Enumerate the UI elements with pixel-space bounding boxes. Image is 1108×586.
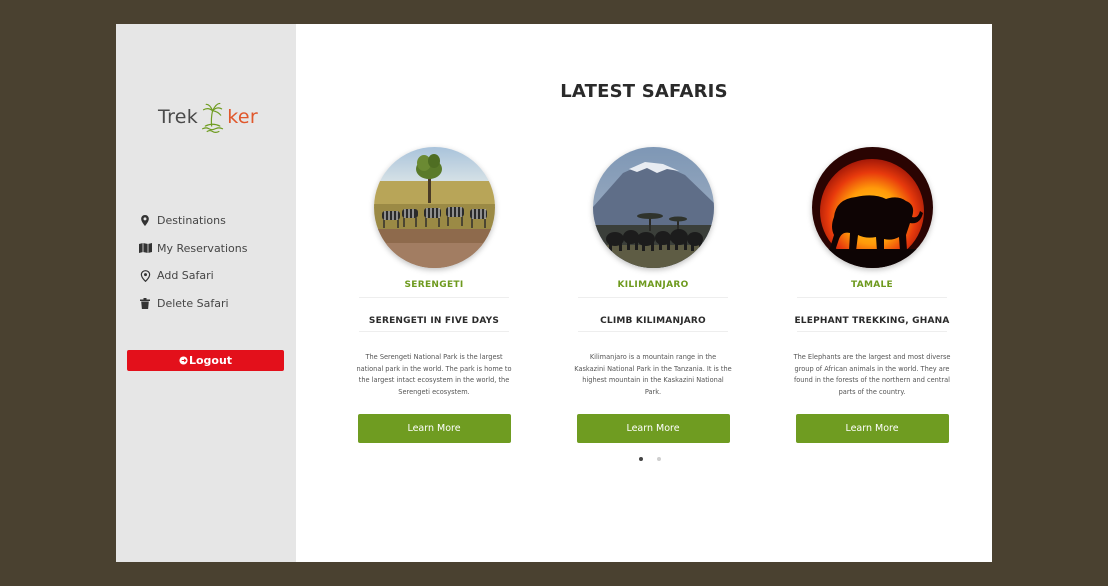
safari-card: SERENGETI SERENGETI IN FIVE DAYS The Ser… <box>353 147 515 443</box>
card-description: The Elephants are the largest and most d… <box>793 353 951 396</box>
sidebar-item-label: Destinations <box>157 214 226 228</box>
app-window: Trek ker Destinations My Reservations Ad… <box>116 24 992 562</box>
learn-more-button[interactable]: Learn More <box>357 414 511 443</box>
divider <box>359 297 509 298</box>
sidebar-nav: Destinations My Reservations Add Safari … <box>138 207 288 317</box>
page-title: LATEST SAFARIS <box>560 81 728 102</box>
safari-card: KILIMANJARO CLIMB KILIMANJARO Kilimanjar… <box>572 147 734 443</box>
logo-text-trek: Trek <box>158 106 199 128</box>
sidebar-item-label: Add Safari <box>157 269 214 283</box>
card-title: ELEPHANT TREKKING, GHANA <box>794 316 950 326</box>
card-description: The Serengeti National Park is the large… <box>356 353 512 396</box>
divider <box>797 297 947 298</box>
logo-text-ker: ker <box>227 106 258 128</box>
divider <box>578 331 728 332</box>
carousel-dot-active[interactable] <box>639 457 643 461</box>
carousel-pagination <box>639 457 675 461</box>
card-title: SERENGETI IN FIVE DAYS <box>368 316 500 326</box>
sidebar-item-my-reservations[interactable]: My Reservations <box>138 235 288 263</box>
learn-more-button[interactable]: Learn More <box>795 414 949 443</box>
kilimanjaro-elephants-image <box>592 147 714 268</box>
sidebar-item-add-safari[interactable]: Add Safari <box>138 262 288 290</box>
divider <box>797 331 947 332</box>
card-location: SERENGETI <box>404 280 464 290</box>
location-add-icon <box>138 269 152 283</box>
sidebar-item-label: Delete Safari <box>157 296 229 310</box>
sidebar: Trek ker Destinations My Reservations Ad… <box>116 24 296 562</box>
sidebar-item-delete-safari[interactable]: Delete Safari <box>138 290 288 318</box>
safari-carousel: SERENGETI SERENGETI IN FIVE DAYS The Ser… <box>353 147 953 443</box>
logout-button[interactable]: Logout <box>127 350 284 371</box>
palm-island-icon <box>202 102 224 133</box>
card-description: Kilimanjaro is a mountain range in the K… <box>574 353 732 396</box>
main-content: LATEST SAFARIS SERENGETI SERENGETI IN FI… <box>296 24 992 562</box>
elephant-sunset-image <box>811 147 933 268</box>
trekker-logo[interactable]: Trek ker <box>158 94 258 140</box>
card-title: CLIMB KILIMANJARO <box>600 316 706 326</box>
divider <box>578 297 728 298</box>
map-pin-icon <box>138 214 152 228</box>
learn-more-button[interactable]: Learn More <box>576 414 730 443</box>
map-book-icon <box>138 241 152 255</box>
divider <box>359 331 509 332</box>
power-icon <box>179 356 188 365</box>
trash-icon <box>138 296 152 310</box>
safari-card: TAMALE ELEPHANT TREKKING, GHANA The Elep… <box>791 147 953 443</box>
sidebar-item-label: My Reservations <box>157 241 248 255</box>
carousel-dot[interactable] <box>657 457 661 461</box>
card-location: TAMALE <box>850 280 893 290</box>
sidebar-item-destinations[interactable]: Destinations <box>138 207 288 235</box>
serengeti-zebras-image <box>373 147 495 268</box>
logout-label: Logout <box>188 354 233 367</box>
card-location: KILIMANJARO <box>617 280 689 290</box>
